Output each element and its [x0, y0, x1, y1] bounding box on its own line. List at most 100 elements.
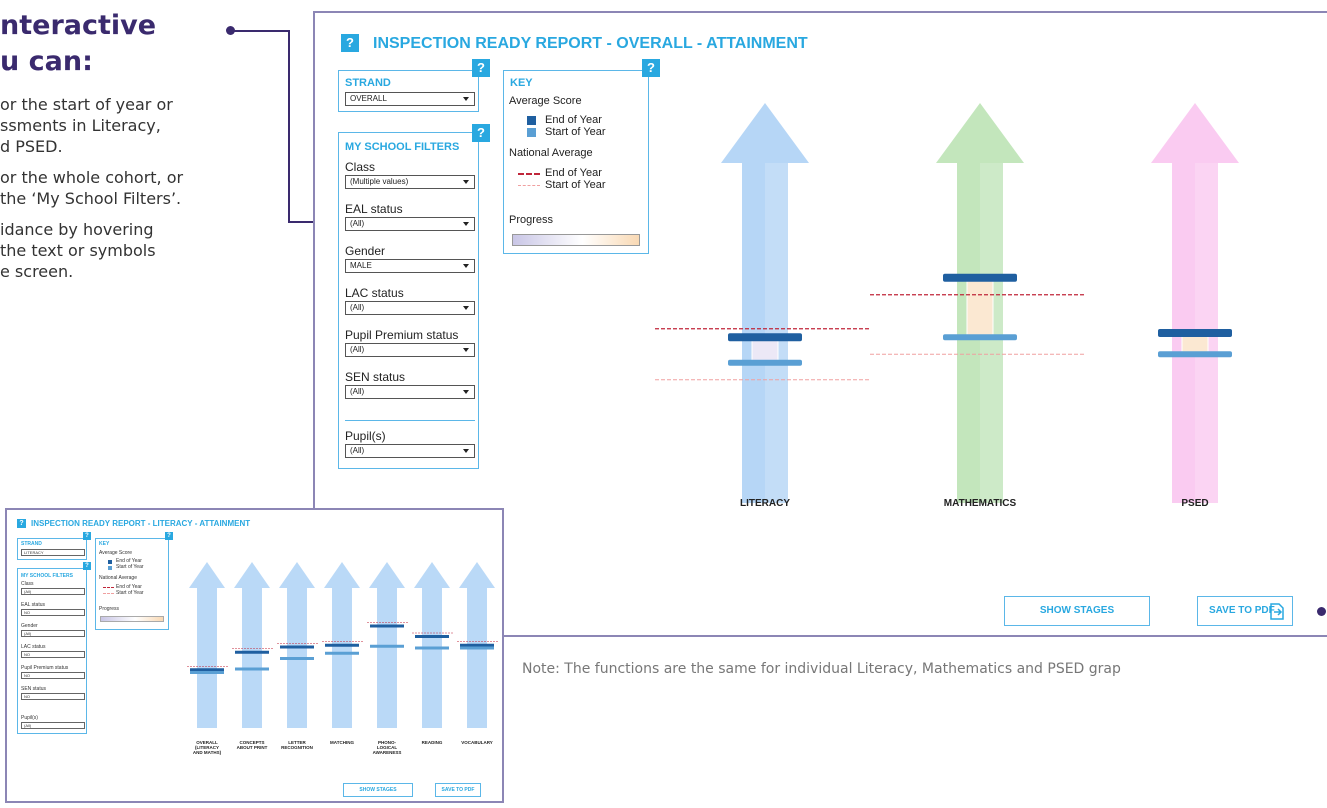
thumb-key-progress-gradient: [100, 616, 164, 622]
key-avg-end: End of Year: [545, 114, 602, 126]
filter-select-class[interactable]: (Multiple values): [345, 175, 475, 189]
thumbnail-panel: ? INSPECTION READY REPORT - LITERACY - A…: [5, 508, 504, 803]
thumb-end-bar: [235, 650, 269, 654]
key-line-nat-start: [518, 185, 540, 186]
thumb-filter-select: NO: [21, 651, 85, 658]
strand-label: STRAND: [345, 77, 391, 89]
export-pdf-icon: [1270, 603, 1284, 620]
column-arrowhead: [936, 103, 1024, 163]
thumb-end-bar: [280, 645, 314, 649]
thumb-end-bar: [460, 643, 494, 647]
thumb-strand-box: STRAND LITERACY: [17, 538, 87, 560]
save-to-pdf-button[interactable]: SAVE TO PDF: [1197, 596, 1293, 626]
thumb-start-bar: [415, 646, 449, 650]
thumb-filters-help-icon: ?: [83, 562, 91, 570]
filter-select-pupils[interactable]: (All): [345, 444, 475, 458]
chevron-down-icon: [463, 449, 469, 453]
thumb-column: VOCABULARY: [457, 562, 499, 745]
key-nat-start: Start of Year: [545, 179, 606, 191]
chevron-down-icon: [463, 180, 469, 184]
filter-select-lac[interactable]: (All): [345, 301, 475, 315]
column-highlight: [765, 163, 788, 503]
end-of-year-bar: [943, 273, 1017, 282]
thumb-column: READING: [412, 562, 454, 745]
thumb-column-shaft: [467, 588, 487, 728]
thumb-column-arrowhead: [189, 562, 225, 588]
category-label: MATHEMATICS: [944, 498, 1017, 509]
thumb-end-bar: [325, 643, 359, 647]
thumb-filter-select: NO: [21, 609, 85, 616]
start-of-year-bar: [1158, 351, 1232, 358]
thumb-key-swatch-start: [108, 566, 112, 570]
column-literacy: [655, 103, 870, 503]
filter-select-eal[interactable]: (All): [345, 217, 475, 231]
thumb-start-bar: [190, 671, 224, 674]
callout-connector-vertical: [288, 30, 290, 222]
save-callout-dot: [1317, 607, 1326, 616]
key-avg-start: Start of Year: [545, 126, 606, 138]
filter-select-gender[interactable]: MALE: [345, 259, 475, 273]
thumb-key-help-icon: ?: [165, 532, 173, 540]
thumb-column: MATCHING: [322, 562, 364, 745]
save-to-pdf-label: SAVE TO PDF: [1209, 605, 1275, 616]
key-progress-gradient: [512, 234, 640, 246]
thumb-category-label: MATCHING: [330, 740, 354, 745]
strand-help-icon[interactable]: ?: [472, 59, 490, 77]
column-arrowhead: [1151, 103, 1239, 163]
key-swatch-start: [527, 128, 536, 137]
thumb-filter-label: Class: [21, 581, 34, 587]
chevron-down-icon: [463, 390, 469, 394]
thumb-column-shaft: [242, 588, 262, 728]
thumb-title: INSPECTION READY REPORT - LITERACY - ATT…: [31, 519, 251, 528]
key-progress-heading: Progress: [509, 214, 554, 226]
main-chart-category-labels: LITERACY MATHEMATICS PSED: [740, 498, 1209, 509]
thumb-column: CONCEPTS ABOUT PRINT: [232, 562, 274, 750]
start-of-year-bar: [943, 334, 1017, 341]
show-stages-button[interactable]: SHOW STAGES: [1004, 596, 1150, 626]
thumb-filter-label: EAL status: [21, 602, 45, 608]
thumb-end-bar: [370, 624, 404, 628]
thumb-start-bar: [460, 646, 494, 650]
thumb-column-shaft: [197, 588, 217, 728]
strand-select[interactable]: OVERALL: [345, 92, 475, 106]
thumb-save-pdf-button: SAVE TO PDF: [435, 783, 481, 797]
callout-list: or the start of year or ssments in Liter…: [0, 94, 183, 292]
thumb-column: OVERALL (LITERACY AND MATHS): [187, 562, 229, 755]
thumb-filter-select: (All): [21, 722, 85, 729]
filter-label-sen: SEN status: [345, 370, 406, 384]
thumb-column-arrowhead: [369, 562, 405, 588]
thumb-filters-title: MY SCHOOL FILTERS: [21, 573, 73, 579]
strand-box: STRAND OVERALL: [338, 70, 479, 112]
thumb-key-box: KEY Average Score End of Year Start of Y…: [95, 538, 169, 630]
thumb-key-nat: National Average: [99, 575, 137, 581]
column-psed: [1151, 103, 1239, 503]
callout-connector-top: [230, 30, 290, 32]
filters-box: MY SCHOOL FILTERS Class (Multiple values…: [338, 132, 479, 469]
main-chart-columns: [655, 103, 1239, 503]
filter-select-sen[interactable]: (All): [345, 385, 475, 399]
thumb-filter-label: Pupil Premium status: [21, 665, 69, 671]
key-box: KEY Average Score End of Year Start of Y…: [503, 70, 649, 254]
filter-select-pupil-premium[interactable]: (All): [345, 343, 475, 357]
thumb-column-arrowhead: [279, 562, 315, 588]
key-avg-heading: Average Score: [509, 95, 582, 107]
thumb-start-bar: [370, 644, 404, 648]
filters-help-icon[interactable]: ?: [472, 124, 490, 142]
strand-select-value: OVERALL: [350, 94, 387, 103]
thumb-key-line-start: [103, 593, 114, 594]
callout-title-line1: nteractive: [0, 10, 157, 41]
callout-item-2: or the whole cohort, or the ‘My School F…: [0, 168, 184, 208]
thumb-category-label: PHONO-LOGICAL AWARENESS: [373, 740, 402, 755]
filters-title: MY SCHOOL FILTERS: [345, 141, 460, 153]
thumb-filters-box: MY SCHOOL FILTERS Class (All) EAL status NO…: [17, 568, 87, 734]
thumb-strand-help-icon: ?: [83, 532, 91, 540]
thumb-chart: OVERALL (LITERACY AND MATHS) CONCEPTS ABOUT …: [187, 562, 499, 755]
end-of-year-bar: [728, 333, 802, 342]
thumb-column-shaft: [332, 588, 352, 728]
key-nat-heading: National Average: [509, 147, 593, 159]
thumb-category-label: LETTER RECOGNITION: [281, 740, 313, 750]
report-help-icon[interactable]: ?: [341, 34, 359, 52]
thumb-column-arrowhead: [324, 562, 360, 588]
filter-value-gender: MALE: [350, 261, 372, 270]
key-line-nat-end: [518, 173, 540, 175]
